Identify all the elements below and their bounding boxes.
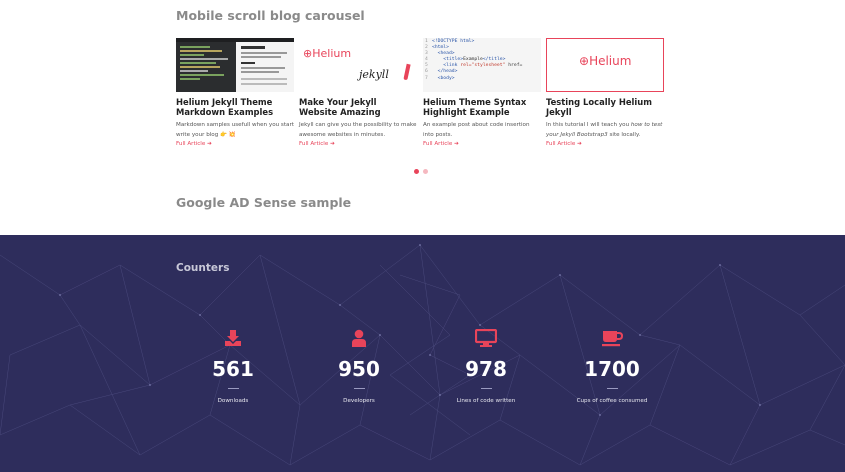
full-article-link[interactable]: Full Article ➔ <box>423 141 541 147</box>
carousel-dot[interactable] <box>423 169 428 174</box>
card-title[interactable]: Make Your Jekyll Website Amazing <box>299 97 417 117</box>
full-article-link[interactable]: Full Article ➔ <box>299 141 417 147</box>
card-excerpt: An example post about code insertion int… <box>423 122 530 138</box>
divider <box>480 388 492 390</box>
helium-logo: ⊕Helium <box>303 47 352 60</box>
card-excerpt: Jekyll can give you the possibility to m… <box>299 122 417 138</box>
counter-label: Downloads <box>217 398 249 405</box>
blog-card[interactable]: ⊕Helium Testing Locally Helium Jekyll In… <box>546 38 664 147</box>
counter-label: Developers <box>343 398 375 405</box>
divider <box>606 388 618 390</box>
counter-coffee: 1700 Cups of coffee consumed <box>567 325 657 404</box>
jekyll-logo: jekyll <box>359 68 389 81</box>
counter-lines-of-code: 978 Lines of code written <box>441 325 531 404</box>
counter-label: Cups of coffee consumed <box>576 398 648 405</box>
network-background <box>0 244 845 466</box>
counter-value: 950 <box>338 357 380 381</box>
coffee-icon <box>602 331 623 347</box>
helium-logo: ⊕Helium <box>579 54 632 68</box>
blog-card[interactable]: Helium Jekyll Theme Markdown Examples Ma… <box>176 38 294 147</box>
arrow-right-icon: ➔ <box>207 141 212 147</box>
counter-value: 1700 <box>584 357 640 381</box>
arrow-right-icon: ➔ <box>330 141 335 147</box>
carousel-dot[interactable] <box>414 169 419 174</box>
card-thumbnail[interactable]: 1 <!DOCTYPE html> 2 <html> 3 <head> 4 <tit… <box>423 38 541 92</box>
balloon-icon: ⊕ <box>579 54 590 68</box>
card-thumbnail[interactable]: ⊕Helium <box>546 38 664 92</box>
card-title[interactable]: Helium Theme Syntax Highlight Example <box>423 97 541 117</box>
card-title[interactable]: Testing Locally Helium Jekyll <box>546 97 664 117</box>
card-excerpt: In this tutorial I will teach you how to… <box>546 122 663 138</box>
blog-card[interactable]: 1 <!DOCTYPE html> 2 <html> 3 <head> 4 <tit… <box>423 38 541 147</box>
desktop-icon <box>475 329 497 347</box>
adsense-title: Google AD Sense sample <box>176 195 352 210</box>
card-excerpt: Markdown samples usefull when you start … <box>176 122 294 138</box>
test-tube-icon <box>403 63 411 81</box>
card-thumbnail[interactable] <box>176 38 294 92</box>
counter-downloads: 561 Downloads <box>188 325 278 404</box>
card-thumbnail[interactable]: ⊕Helium jekyll <box>299 38 417 92</box>
divider <box>227 388 239 390</box>
counter-value: 978 <box>465 357 507 381</box>
user-icon <box>352 329 366 347</box>
carousel-pagination <box>414 159 432 178</box>
counter-developers: 950 Developers <box>314 325 404 404</box>
balloon-icon: ⊕ <box>303 47 313 60</box>
counter-label: Lines of code written <box>456 398 516 405</box>
carousel-title: Mobile scroll blog carousel <box>176 8 365 23</box>
counter-value: 561 <box>212 357 254 381</box>
card-title[interactable]: Helium Jekyll Theme Markdown Examples <box>176 97 294 117</box>
counters-section: Counters 561 Downloads 950 Developers 97… <box>0 235 845 472</box>
full-article-link[interactable]: Full Article ➔ <box>546 141 664 147</box>
download-icon <box>225 330 241 346</box>
counters-title: Counters <box>176 262 230 274</box>
arrow-right-icon: ➔ <box>454 141 459 147</box>
full-article-link[interactable]: Full Article ➔ <box>176 141 294 147</box>
blog-card[interactable]: ⊕Helium jekyll Make Your Jekyll Website … <box>299 38 417 147</box>
arrow-right-icon: ➔ <box>577 141 582 147</box>
divider <box>353 388 365 390</box>
